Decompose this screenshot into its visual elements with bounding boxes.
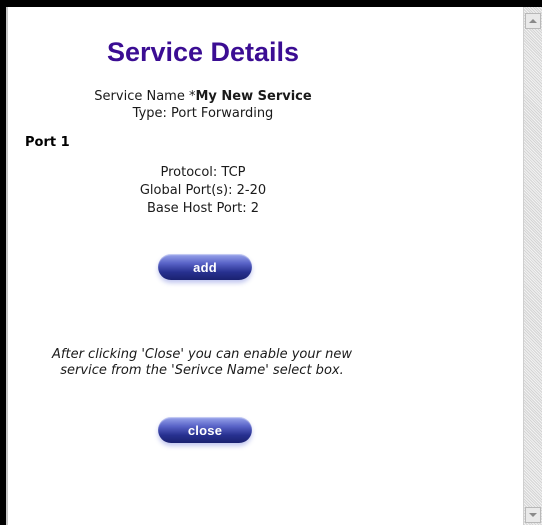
vertical-scrollbar[interactable]: [523, 7, 542, 525]
service-name-label: Service Name *: [94, 89, 196, 104]
protocol-text: Protocol: TCP: [160, 165, 246, 180]
window-frame: Service Details Service Name *My New Ser…: [0, 0, 542, 525]
scroll-down-arrow-icon: [529, 513, 537, 517]
add-button[interactable]: add: [158, 254, 252, 280]
close-note: After clicking 'Close' you can enable yo…: [52, 347, 352, 378]
window-top-border: [0, 0, 542, 7]
content-pane: Service Details Service Name *My New Ser…: [8, 7, 523, 525]
service-type: Type: Port Forwarding: [132, 106, 274, 121]
service-name-value: My New Service: [195, 89, 312, 104]
global-ports-text: Global Port(s): 2-20: [139, 183, 267, 198]
scroll-up-arrow-icon: [529, 19, 537, 23]
scroll-down-button[interactable]: [525, 507, 541, 523]
service-name-line: Service Name *My New Service: [8, 89, 398, 104]
base-host-port-text: Base Host Port: 2: [146, 201, 260, 216]
close-button[interactable]: close: [158, 417, 252, 443]
port-heading: Port 1: [25, 135, 70, 150]
scroll-up-button[interactable]: [525, 13, 541, 29]
page-title: Service Details: [106, 37, 300, 67]
